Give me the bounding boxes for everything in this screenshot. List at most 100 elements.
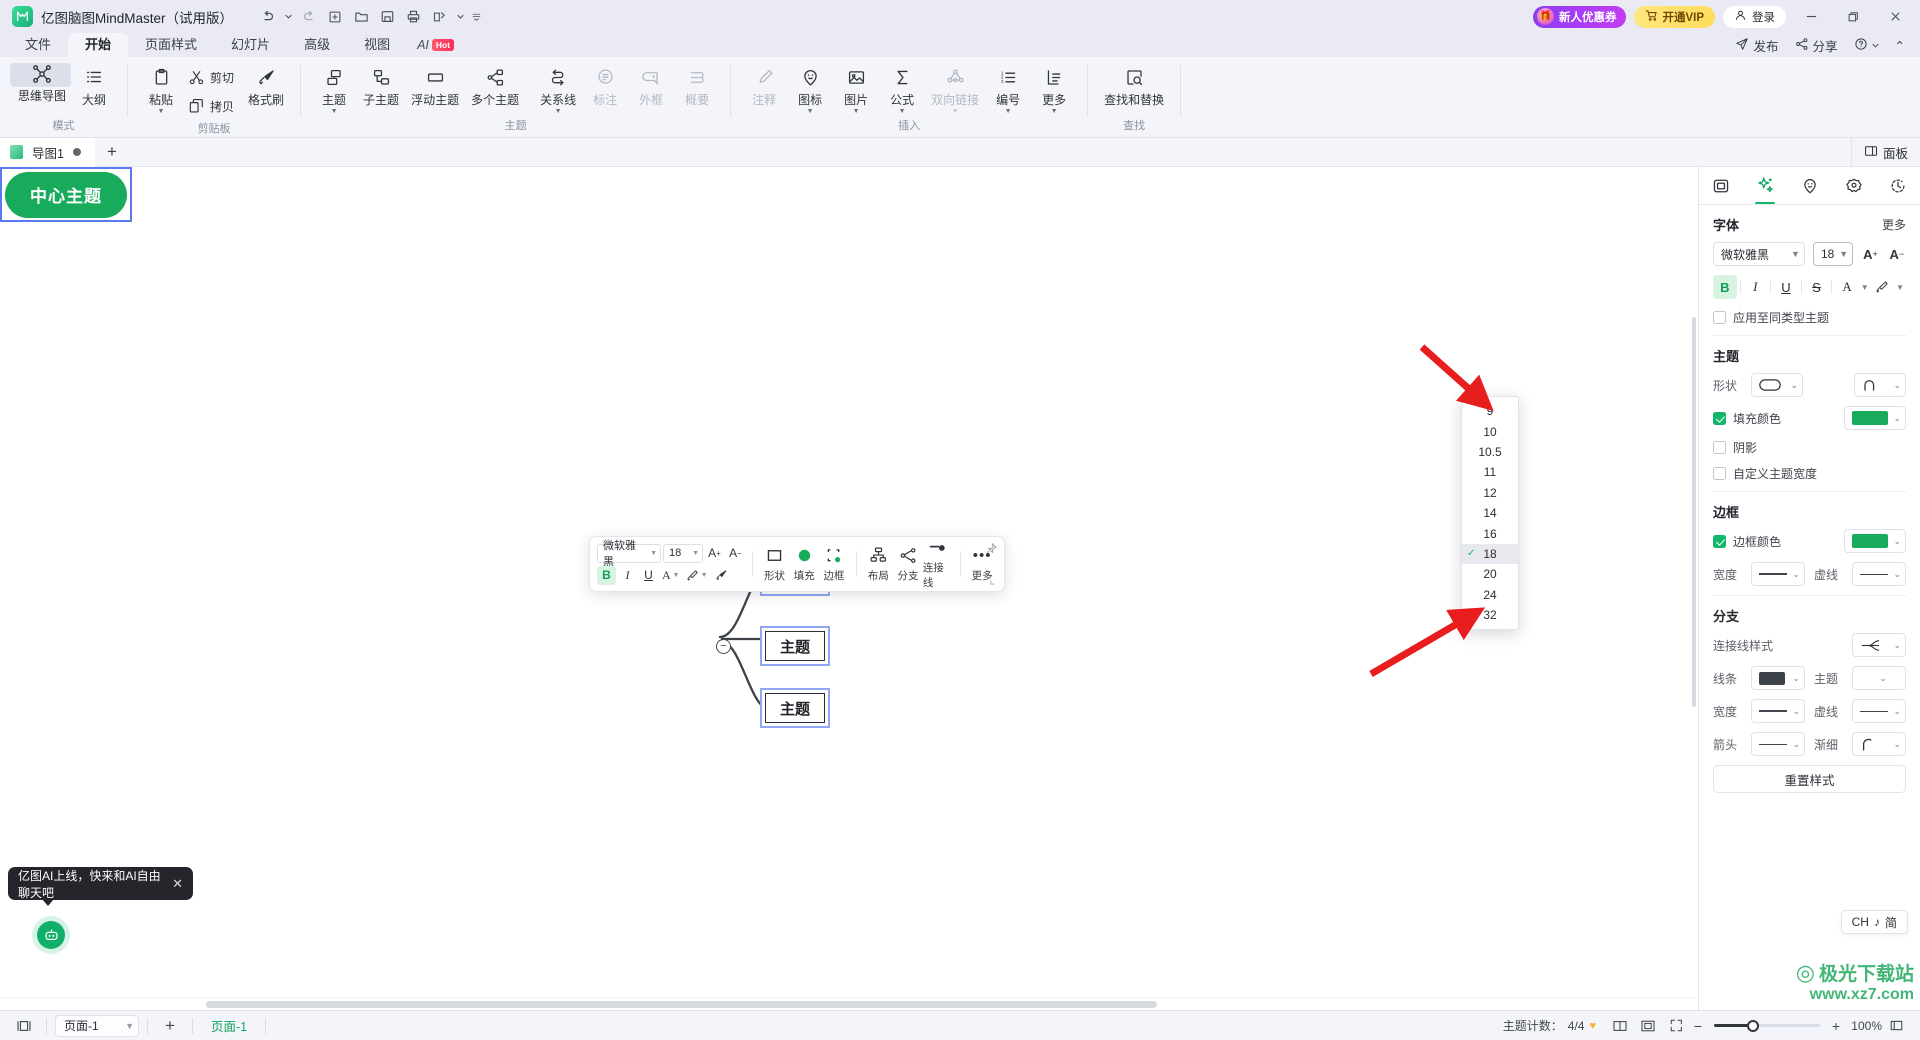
open-file-button[interactable] bbox=[349, 5, 373, 29]
branch-line-color-select[interactable]: ⌄ bbox=[1751, 666, 1805, 690]
vertical-scroll-thumb[interactable] bbox=[1692, 317, 1696, 707]
side-tab-history[interactable] bbox=[1876, 167, 1920, 204]
topic-node-2[interactable]: 主题 bbox=[760, 626, 830, 666]
custom-width-checkbox[interactable] bbox=[1713, 467, 1726, 480]
floatbar-italic-button[interactable]: I bbox=[618, 566, 637, 585]
page-name-tab[interactable]: 页面-1 bbox=[201, 1016, 257, 1035]
font-size-option[interactable]: 14 bbox=[1462, 503, 1518, 523]
add-document-button[interactable]: + bbox=[95, 138, 129, 167]
ime-indicator[interactable]: CH ♪ 简 bbox=[1840, 910, 1908, 934]
ribbon-button-multi-topic[interactable]: 多个主题 bbox=[465, 63, 525, 110]
panel-increase-font-button[interactable]: A + bbox=[1861, 242, 1879, 266]
ribbon-button-numbering[interactable]: 123 编号 ▼ bbox=[985, 63, 1031, 116]
apply-same-type-row[interactable]: 应用至同类型主题 bbox=[1713, 309, 1906, 326]
page-select[interactable]: 页面-1 ▼ bbox=[55, 1014, 139, 1037]
panel-font-family-select[interactable]: 微软雅黑 ▼ bbox=[1713, 242, 1805, 266]
mindmap-canvas[interactable]: 中心主题 − 主题 主题 主题 微软雅黑 ▼ bbox=[0, 167, 1698, 1010]
chevron-down-icon[interactable]: ▼ bbox=[1005, 108, 1012, 115]
reset-style-button[interactable]: 重置样式 bbox=[1713, 765, 1906, 793]
floatbar-connector-tool[interactable]: 连接线 bbox=[923, 536, 953, 592]
chevron-down-icon[interactable]: ▼ bbox=[158, 108, 165, 115]
side-tab-sticker[interactable] bbox=[1787, 167, 1831, 204]
topic-corner-select[interactable]: ⌄ bbox=[1854, 373, 1906, 397]
zoom-in-button[interactable]: + bbox=[1828, 1018, 1844, 1034]
font-more-button[interactable]: 更多 bbox=[1882, 216, 1906, 233]
ribbon-button-image[interactable]: 图片 ▼ bbox=[833, 63, 879, 116]
pin-toolbar-button[interactable] bbox=[986, 542, 997, 557]
border-dash-select[interactable]: ⌄ bbox=[1852, 562, 1906, 586]
close-icon[interactable]: ✕ bbox=[172, 876, 183, 892]
ribbon-button-relationship[interactable]: 关系线 ▼ bbox=[534, 63, 582, 116]
toolbar-resize-handle[interactable] bbox=[990, 576, 999, 587]
share-button[interactable]: 分享 bbox=[1788, 34, 1845, 56]
document-tab[interactable]: 导图1 bbox=[0, 137, 95, 167]
font-size-dropdown[interactable]: 9 10 10.5 11 12 14 16 ✓ 18 20 24 32 bbox=[1461, 396, 1519, 631]
menu-tab-file[interactable]: 文件 bbox=[8, 33, 68, 57]
ribbon-button-sticker[interactable]: 图标 ▼ bbox=[787, 63, 833, 116]
menu-tab-view[interactable]: 视图 bbox=[347, 33, 407, 57]
border-color-checkbox[interactable] bbox=[1713, 534, 1726, 548]
ribbon-button-formula[interactable]: 公式 ▼ bbox=[879, 63, 925, 116]
font-size-option[interactable]: 16 bbox=[1462, 523, 1518, 543]
branch-dash-select[interactable]: ⌄ bbox=[1852, 699, 1906, 723]
chevron-down-icon[interactable]: ▼ bbox=[899, 108, 906, 115]
toggle-sidebar-button[interactable] bbox=[10, 1014, 38, 1038]
redo-button[interactable] bbox=[297, 5, 321, 29]
floatbar-bold-button[interactable]: B bbox=[597, 565, 616, 585]
floatbar-underline-button[interactable]: U bbox=[639, 566, 658, 585]
menu-tab-advanced[interactable]: 高级 bbox=[287, 33, 347, 57]
export-button[interactable] bbox=[427, 5, 451, 29]
floatbar-font-color-button[interactable]: A ▼ bbox=[660, 566, 682, 585]
fill-color-select[interactable]: ⌄ bbox=[1844, 406, 1906, 430]
fill-color-checkbox[interactable] bbox=[1713, 411, 1726, 425]
floatbar-highlight-button[interactable]: ▼ bbox=[684, 566, 710, 585]
branch-style-select[interactable]: ⌄ bbox=[1852, 633, 1906, 657]
ribbon-button-copy[interactable]: 拷贝 bbox=[184, 92, 242, 120]
panel-highlight-caret[interactable]: ▼ bbox=[1894, 275, 1906, 299]
ribbon-button-find-replace[interactable]: 查找和替换 bbox=[1098, 63, 1170, 110]
panel-font-size-select[interactable]: 18 ▼ bbox=[1812, 242, 1854, 266]
font-size-option[interactable]: 10 bbox=[1462, 421, 1518, 441]
expand-canvas-button[interactable] bbox=[1882, 1014, 1910, 1038]
center-topic-node[interactable]: 中心主题 bbox=[0, 167, 132, 222]
branch-width-select[interactable]: ⌄ bbox=[1751, 699, 1805, 723]
floatbar-increase-font-button[interactable]: A + bbox=[705, 544, 724, 563]
collapse-branch-button[interactable]: − bbox=[716, 639, 731, 654]
panel-decrease-font-button[interactable]: A − bbox=[1888, 242, 1906, 266]
chevron-down-icon[interactable]: ▼ bbox=[807, 108, 814, 115]
ribbon-button-cut[interactable]: 剪切 bbox=[184, 63, 242, 91]
menu-tab-home[interactable]: 开始 bbox=[68, 33, 129, 57]
floatbar-decrease-font-button[interactable]: A − bbox=[726, 544, 745, 563]
font-size-option[interactable]: 12 bbox=[1462, 483, 1518, 503]
add-page-button[interactable]: + bbox=[156, 1014, 184, 1038]
ribbon-button-more-insert[interactable]: 更多 ▼ bbox=[1031, 63, 1077, 116]
shadow-row[interactable]: 阴影 bbox=[1713, 439, 1906, 456]
topic-shape-select[interactable]: ⌄ bbox=[1751, 373, 1803, 397]
chevron-down-icon[interactable]: ▼ bbox=[331, 108, 338, 115]
font-size-option-selected[interactable]: ✓ 18 bbox=[1462, 543, 1518, 565]
font-size-option[interactable]: 32 bbox=[1462, 605, 1518, 625]
branch-arrow-select[interactable]: ⌄ bbox=[1751, 732, 1805, 756]
shadow-checkbox[interactable] bbox=[1713, 441, 1726, 454]
font-size-option[interactable]: 11 bbox=[1462, 462, 1518, 482]
save-file-button[interactable] bbox=[375, 5, 399, 29]
apply-same-type-checkbox[interactable] bbox=[1713, 311, 1726, 324]
undo-caret-icon[interactable] bbox=[281, 5, 295, 29]
ribbon-button-format-painter[interactable]: 格式刷 bbox=[242, 63, 290, 110]
ai-assistant-button[interactable] bbox=[37, 921, 65, 949]
panel-highlight-button[interactable] bbox=[1871, 275, 1895, 299]
menu-tab-ai[interactable]: AI Hot bbox=[407, 33, 464, 57]
split-view-button[interactable] bbox=[1606, 1014, 1634, 1038]
help-button[interactable] bbox=[1847, 34, 1886, 56]
zoom-out-button[interactable]: − bbox=[1690, 1018, 1706, 1034]
panel-font-color-caret[interactable]: ▼ bbox=[1859, 275, 1871, 299]
panel-italic-button[interactable]: I bbox=[1744, 275, 1768, 299]
border-color-select[interactable]: ⌄ bbox=[1844, 529, 1906, 553]
fullscreen-button[interactable] bbox=[1662, 1014, 1690, 1038]
panel-underline-button[interactable]: U bbox=[1774, 275, 1798, 299]
undo-button[interactable] bbox=[255, 5, 279, 29]
minimize-button[interactable] bbox=[1794, 1, 1828, 32]
horizontal-scroll-thumb[interactable] bbox=[206, 1001, 1157, 1008]
ribbon-button-outline[interactable]: 大纲 bbox=[71, 63, 117, 110]
floatbar-font-family-select[interactable]: 微软雅黑 ▼ bbox=[597, 540, 661, 568]
